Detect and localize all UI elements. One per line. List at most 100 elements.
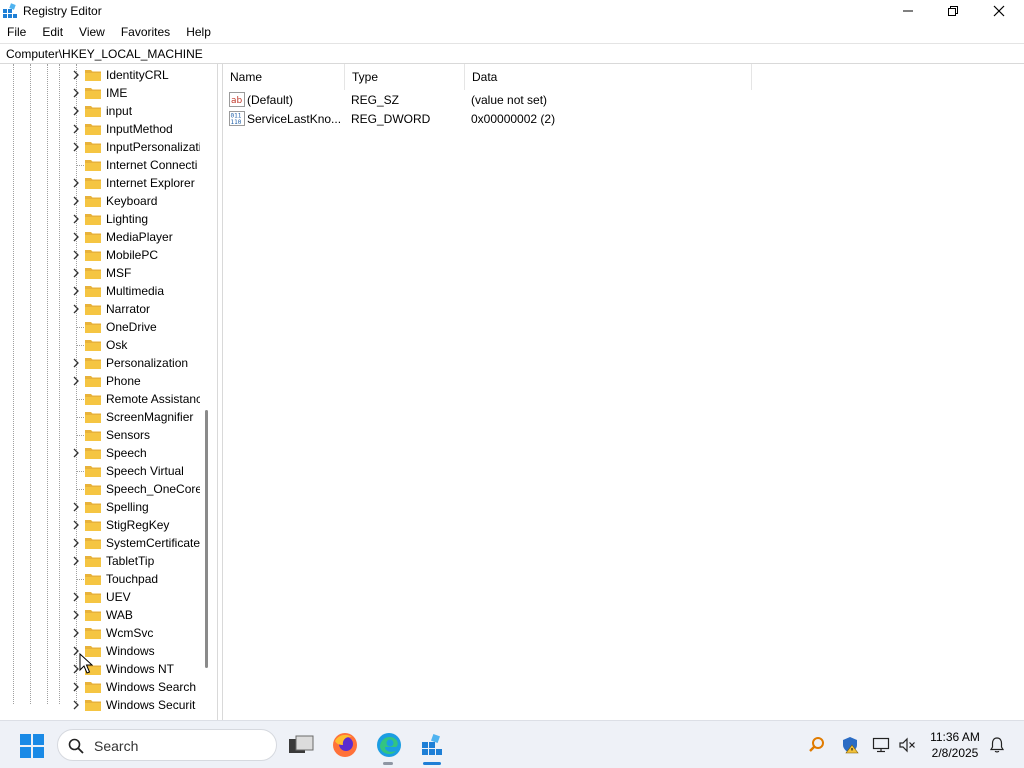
tree-item[interactable]: Multimedia: [0, 282, 200, 300]
string-value-icon: ab: [229, 92, 245, 107]
tree-item[interactable]: StigRegKey: [0, 516, 200, 534]
tree-item[interactable]: Lighting: [0, 210, 200, 228]
tree-item[interactable]: MediaPlayer: [0, 228, 200, 246]
tree-item[interactable]: Internet Connecti: [0, 156, 200, 174]
chevron-right-icon[interactable]: [71, 609, 81, 621]
taskbar-search-box[interactable]: Search: [57, 729, 277, 761]
tree-item[interactable]: WAB: [0, 606, 200, 624]
magnifier-search-tray-icon[interactable]: [808, 736, 826, 754]
chevron-right-icon[interactable]: [71, 627, 81, 639]
chevron-right-icon[interactable]: [71, 591, 81, 603]
tree-item[interactable]: Windows: [0, 642, 200, 660]
tree-item[interactable]: input: [0, 102, 200, 120]
chevron-right-icon[interactable]: [71, 141, 81, 153]
tree-item[interactable]: Windows Search: [0, 678, 200, 696]
tree-item[interactable]: Windows NT: [0, 660, 200, 678]
tree-item[interactable]: Speech_OneCore: [0, 480, 200, 498]
chevron-right-icon[interactable]: [71, 285, 81, 297]
minimize-button[interactable]: [885, 0, 931, 22]
tree-item[interactable]: UEV: [0, 588, 200, 606]
taskbar-registry-editor[interactable]: [416, 729, 448, 761]
tree-item[interactable]: Speech Virtual: [0, 462, 200, 480]
chevron-right-icon[interactable]: [71, 213, 81, 225]
tree-item[interactable]: Phone: [0, 372, 200, 390]
tree-item[interactable]: ScreenMagnifier: [0, 408, 200, 426]
chevron-right-icon[interactable]: [71, 303, 81, 315]
chevron-right-icon[interactable]: [71, 105, 81, 117]
column-header-name[interactable]: Name: [223, 64, 345, 90]
taskbar-clock[interactable]: 11:36 AM 2/8/2025: [922, 729, 988, 761]
tree-item[interactable]: IME: [0, 84, 200, 102]
tree-item[interactable]: Spelling: [0, 498, 200, 516]
tree-item-label: ScreenMagnifier: [106, 410, 194, 424]
value-row[interactable]: 011 110 ServiceLastKno... REG_DWORD 0x00…: [223, 109, 763, 128]
menu-help[interactable]: Help: [178, 22, 219, 42]
value-row[interactable]: ab (Default) REG_SZ (value not set): [223, 90, 763, 109]
tree-item[interactable]: TabletTip: [0, 552, 200, 570]
windows-start-icon[interactable]: [20, 734, 44, 758]
tree-item-label: WAB: [106, 608, 133, 622]
chevron-right-icon[interactable]: [71, 519, 81, 531]
network-tray-icon[interactable]: [872, 736, 890, 754]
tree-vertical-scrollbar[interactable]: [205, 410, 208, 668]
chevron-right-icon[interactable]: [71, 69, 81, 81]
chevron-right-icon[interactable]: [71, 555, 81, 567]
security-shield-tray-icon[interactable]: [841, 736, 859, 754]
tree-item[interactable]: MSF: [0, 264, 200, 282]
tree-item[interactable]: Personalization: [0, 354, 200, 372]
folder-icon: [85, 430, 101, 441]
values-pane[interactable]: Name Type Data ab (Default) REG_SZ (valu…: [222, 64, 1024, 720]
chevron-right-icon[interactable]: [71, 177, 81, 189]
notification-bell-icon[interactable]: [988, 736, 1006, 754]
tree-item[interactable]: Touchpad: [0, 570, 200, 588]
tree-item[interactable]: Keyboard: [0, 192, 200, 210]
tree-item[interactable]: Remote Assistanc: [0, 390, 200, 408]
chevron-right-icon[interactable]: [71, 195, 81, 207]
tree-item[interactable]: InputMethod: [0, 120, 200, 138]
volume-muted-tray-icon[interactable]: [898, 736, 916, 754]
tree-item[interactable]: InputPersonalizati: [0, 138, 200, 156]
tree-item[interactable]: WcmSvc: [0, 624, 200, 642]
tree-item[interactable]: MobilePC: [0, 246, 200, 264]
tree-item[interactable]: Speech: [0, 444, 200, 462]
tree-item[interactable]: SystemCertificate: [0, 534, 200, 552]
tree-item[interactable]: Internet Explorer: [0, 174, 200, 192]
tree-item[interactable]: IdentityCRL: [0, 66, 200, 84]
address-bar[interactable]: Computer\HKEY_LOCAL_MACHINE: [0, 43, 1024, 64]
menu-file[interactable]: File: [0, 22, 34, 42]
menu-view[interactable]: View: [71, 22, 113, 42]
tree-item-label: WcmSvc: [106, 626, 154, 640]
tree-item[interactable]: Sensors: [0, 426, 200, 444]
chevron-right-icon[interactable]: [71, 699, 81, 711]
column-header-data[interactable]: Data: [465, 64, 752, 90]
tree-item-label: IdentityCRL: [106, 68, 169, 82]
chevron-right-icon[interactable]: [71, 447, 81, 459]
chevron-right-icon[interactable]: [71, 267, 81, 279]
chevron-right-icon[interactable]: [71, 231, 81, 243]
taskbar: Search 11:36 AM 2/8/2025: [0, 720, 1024, 768]
chevron-right-icon[interactable]: [71, 87, 81, 99]
column-header-type[interactable]: Type: [345, 64, 465, 90]
tree-item[interactable]: Windows Securit: [0, 696, 200, 714]
close-button[interactable]: [976, 0, 1022, 22]
restore-button[interactable]: [930, 0, 976, 22]
chevron-right-icon[interactable]: [71, 537, 81, 549]
key-tree-pane[interactable]: IdentityCRL IME input InputMethod InputPerso…: [0, 64, 218, 720]
chevron-right-icon[interactable]: [71, 357, 81, 369]
chevron-right-icon[interactable]: [71, 123, 81, 135]
tree-item[interactable]: Osk: [0, 336, 200, 354]
chevron-right-icon[interactable]: [71, 375, 81, 387]
taskbar-firefox[interactable]: [329, 729, 361, 761]
taskbar-edge[interactable]: [373, 729, 405, 761]
chevron-right-icon[interactable]: [71, 501, 81, 513]
chevron-right-icon[interactable]: [71, 249, 81, 261]
chevron-right-icon[interactable]: [71, 681, 81, 693]
menu-favorites[interactable]: Favorites: [113, 22, 178, 42]
taskbar-task-view[interactable]: [285, 729, 317, 761]
tree-item[interactable]: OneDrive: [0, 318, 200, 336]
menu-edit[interactable]: Edit: [34, 22, 71, 42]
tree-item[interactable]: Narrator: [0, 300, 200, 318]
tree-item-label: InputMethod: [106, 122, 173, 136]
search-label: Search: [94, 738, 139, 754]
tree-item-label: Windows Search: [106, 680, 197, 694]
